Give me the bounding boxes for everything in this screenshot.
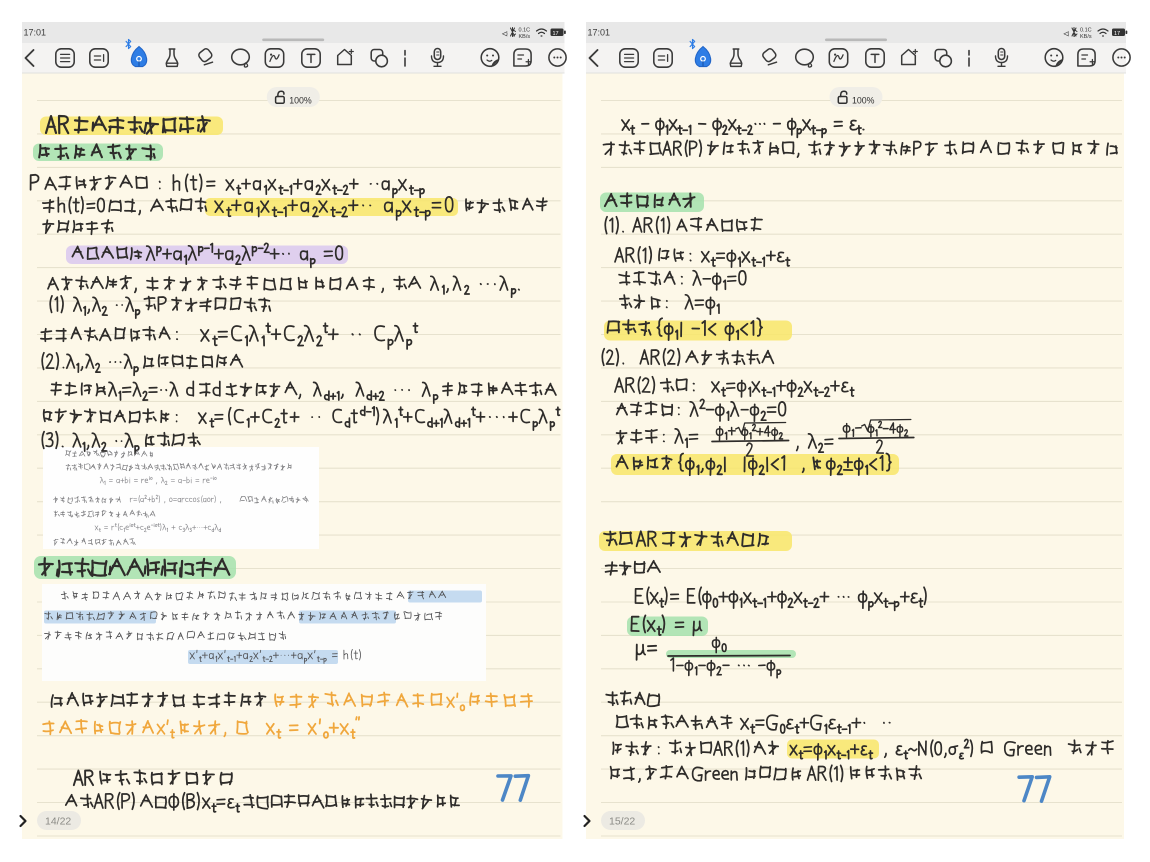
svg-text:⏿: ⏿ <box>502 28 508 38</box>
svg-text:17:01: 17:01 <box>588 28 611 38</box>
svg-text:⏿: ⏿ <box>1063 28 1069 38</box>
svg-text:100%: 100% <box>852 96 875 106</box>
svg-text:0.1C: 0.1C <box>519 28 531 34</box>
svg-text:15/22: 15/22 <box>609 816 635 828</box>
svg-text:KB/s: KB/s <box>519 34 531 40</box>
svg-text:14/22: 14/22 <box>45 816 71 828</box>
svg-text:17: 17 <box>553 31 559 37</box>
svg-text:0.1C: 0.1C <box>1080 28 1092 34</box>
svg-text:KB/s: KB/s <box>1080 34 1092 40</box>
svg-text:17: 17 <box>1114 31 1120 37</box>
svg-text:100%: 100% <box>289 96 312 106</box>
svg-text:17:01: 17:01 <box>24 28 47 38</box>
